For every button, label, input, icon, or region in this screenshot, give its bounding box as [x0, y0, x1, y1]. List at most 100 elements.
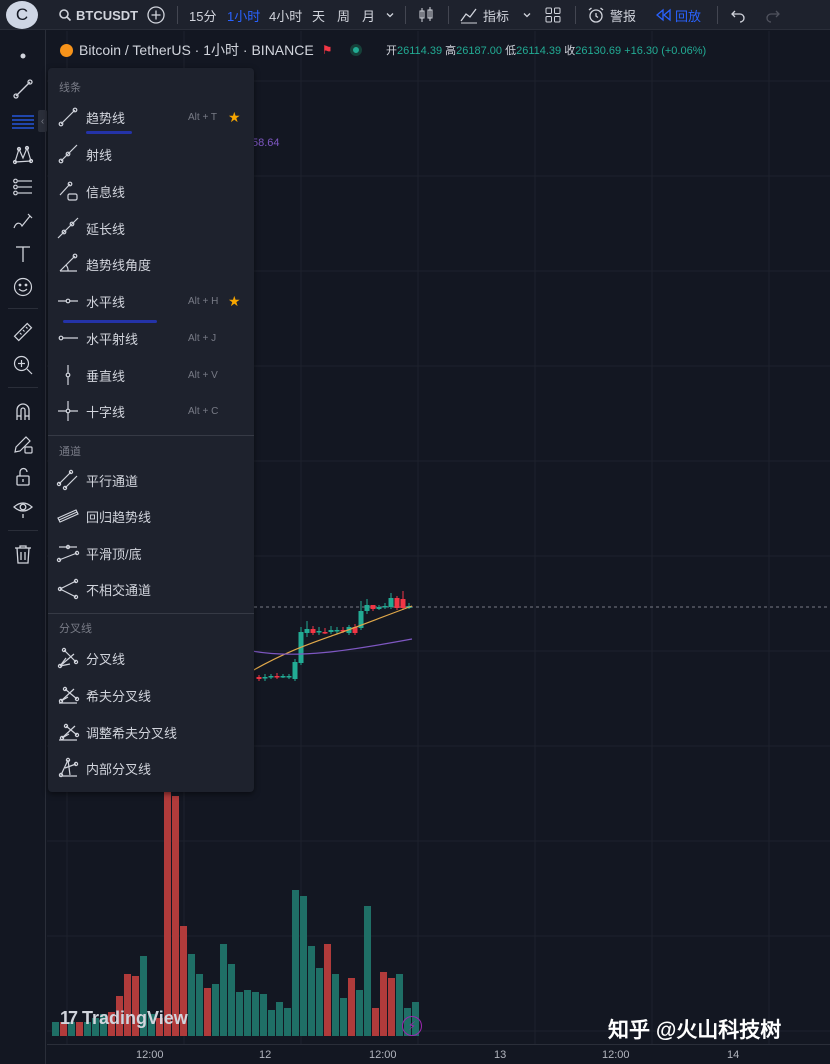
chevron-down-icon — [386, 13, 394, 18]
emoji-tool[interactable] — [9, 273, 37, 301]
schiff-pitchfork-icon — [58, 686, 80, 704]
pattern-tool[interactable] — [9, 141, 37, 169]
flat-top-bottom-icon — [56, 544, 80, 563]
menu-item-regression-trend[interactable]: 回归趋势线 — [48, 499, 254, 533]
user-avatar[interactable]: C — [6, 1, 38, 29]
volume-bar — [268, 1010, 275, 1036]
candle-body — [400, 599, 406, 608]
candle-body — [370, 605, 376, 609]
favorite-star-icon[interactable]: ★ — [228, 293, 241, 310]
candle-body — [304, 629, 310, 633]
interval-month[interactable]: 月 — [362, 0, 375, 30]
magnet-tool[interactable] — [9, 397, 37, 425]
volume-bar — [212, 984, 219, 1036]
collapse-toolbar-button[interactable]: ‹ — [38, 110, 47, 132]
time-axis[interactable]: 12:00 12 12:00 13 12:00 14 — [47, 1044, 830, 1064]
pattern-icon — [12, 145, 34, 165]
plus-circle-icon — [147, 6, 165, 24]
menu-item-label: 分叉线 — [86, 651, 126, 667]
section-title-channels: 通道 — [59, 446, 81, 458]
add-symbol-button[interactable] — [146, 0, 166, 30]
menu-item-info-line[interactable]: 信息线 — [48, 174, 254, 208]
horizontal-lines-icon — [12, 115, 34, 129]
symbol-label: BTCUSDT — [76, 7, 139, 23]
volume-bar — [324, 944, 331, 1036]
menu-item-label: 平滑顶/底 — [86, 546, 142, 562]
indicators-dropdown[interactable] — [521, 0, 533, 30]
menu-item-flat-top-bottom[interactable]: 平滑顶/底 — [48, 536, 254, 570]
menu-item-extended-line[interactable]: 延长线 — [48, 211, 254, 245]
hide-drawings-tool[interactable] — [9, 495, 37, 523]
favorite-star-icon[interactable]: ★ — [228, 109, 241, 126]
inside-pitchfork-icon — [58, 757, 79, 778]
rewind-icon — [656, 8, 671, 22]
remove-drawings-tool[interactable] — [9, 540, 37, 568]
menu-item-vertical-line[interactable]: 垂直线 Alt + V — [48, 358, 254, 392]
divider — [177, 6, 178, 24]
symbol-legend[interactable]: Bitcoin / TetherUS · 1小时 · BINANCE ⚑ — [60, 40, 363, 60]
disjoint-channel-icon — [57, 578, 79, 600]
chart-type-button[interactable] — [416, 0, 436, 30]
drawing-toolbar: ‹ — [0, 30, 47, 1064]
interval-4h[interactable]: 4小时 — [269, 0, 302, 30]
replay-button[interactable]: 回放 — [656, 0, 701, 30]
menu-item-trend-line[interactable]: 趋势线 Alt + T ★ — [48, 100, 254, 134]
measure-tool[interactable] — [9, 318, 37, 346]
menu-item-label: 垂直线 — [86, 368, 126, 384]
lock-drawings-tool[interactable] — [9, 463, 37, 491]
layout-button[interactable] — [544, 0, 562, 30]
flag-icon[interactable]: ⚑ — [322, 43, 333, 57]
interval-day[interactable]: 天 — [312, 0, 325, 30]
zoom-in-tool[interactable] — [9, 351, 37, 379]
open-value: 26114.39 — [397, 45, 443, 57]
menu-divider — [48, 435, 254, 436]
volume-bar — [244, 990, 251, 1036]
pitchfork-icon — [57, 647, 79, 669]
menu-item-horizontal-line[interactable]: 水平线 Alt + H ★ — [48, 284, 254, 318]
indicators-button[interactable]: 指标 — [459, 0, 509, 30]
volume-bar — [252, 992, 259, 1036]
menu-item-pitchfork[interactable]: 分叉线 — [48, 641, 254, 675]
channel-tool[interactable] — [9, 108, 37, 136]
symbol-title: Bitcoin / TetherUS · 1小时 · BINANCE — [79, 42, 314, 58]
divider — [8, 308, 38, 309]
trend-line-tool[interactable] — [9, 75, 37, 103]
text-tool[interactable] — [9, 240, 37, 268]
menu-divider — [48, 613, 254, 614]
volume-bar — [236, 992, 243, 1036]
hotkey-label: Alt + T — [188, 111, 217, 123]
alert-button[interactable]: 警报 — [586, 0, 636, 30]
symbol-search[interactable]: BTCUSDT — [58, 0, 138, 30]
trend-line-icon — [58, 107, 78, 127]
section-title-pitchforks: 分叉线 — [59, 623, 92, 635]
magnet-icon — [16, 403, 30, 420]
candle-body — [280, 676, 286, 678]
candle-body — [310, 629, 316, 633]
menu-item-disjoint-channel[interactable]: 不相交通道 — [48, 572, 254, 606]
interval-dropdown[interactable] — [384, 0, 396, 30]
menu-item-modified-schiff-pitchfork[interactable]: 调整希夫分叉线 — [48, 715, 254, 749]
interval-15m[interactable]: 15分 — [189, 0, 216, 30]
lightning-icon[interactable]: ⚡ — [402, 1016, 422, 1036]
bitcoin-logo-icon — [60, 43, 73, 57]
menu-item-label: 十字线 — [86, 404, 126, 420]
menu-item-schiff-pitchfork[interactable]: 希夫分叉线 — [48, 678, 254, 712]
menu-item-trend-angle[interactable]: 趋势线角度 — [48, 247, 254, 281]
interval-1h[interactable]: 1小时 — [227, 0, 260, 30]
candle-body — [382, 606, 388, 608]
menu-item-parallel-channel[interactable]: 平行通道 — [48, 463, 254, 497]
search-icon — [59, 9, 72, 22]
redo-button[interactable] — [764, 0, 782, 30]
divider — [405, 6, 406, 24]
stay-in-drawing-tool[interactable] — [9, 430, 37, 458]
undo-button[interactable] — [729, 0, 747, 30]
menu-item-cross-line[interactable]: 十字线 Alt + C — [48, 394, 254, 428]
menu-item-inside-pitchfork[interactable]: 内部分叉线 — [48, 751, 254, 785]
menu-item-horizontal-ray[interactable]: 水平射线 Alt + J — [48, 321, 254, 355]
brush-tool[interactable] — [9, 207, 37, 235]
cursor-tool[interactable] — [9, 42, 37, 70]
menu-item-ray[interactable]: 射线 — [48, 137, 254, 171]
interval-week[interactable]: 周 — [337, 0, 350, 30]
fib-tool[interactable] — [9, 173, 37, 201]
redo-icon — [766, 10, 780, 23]
